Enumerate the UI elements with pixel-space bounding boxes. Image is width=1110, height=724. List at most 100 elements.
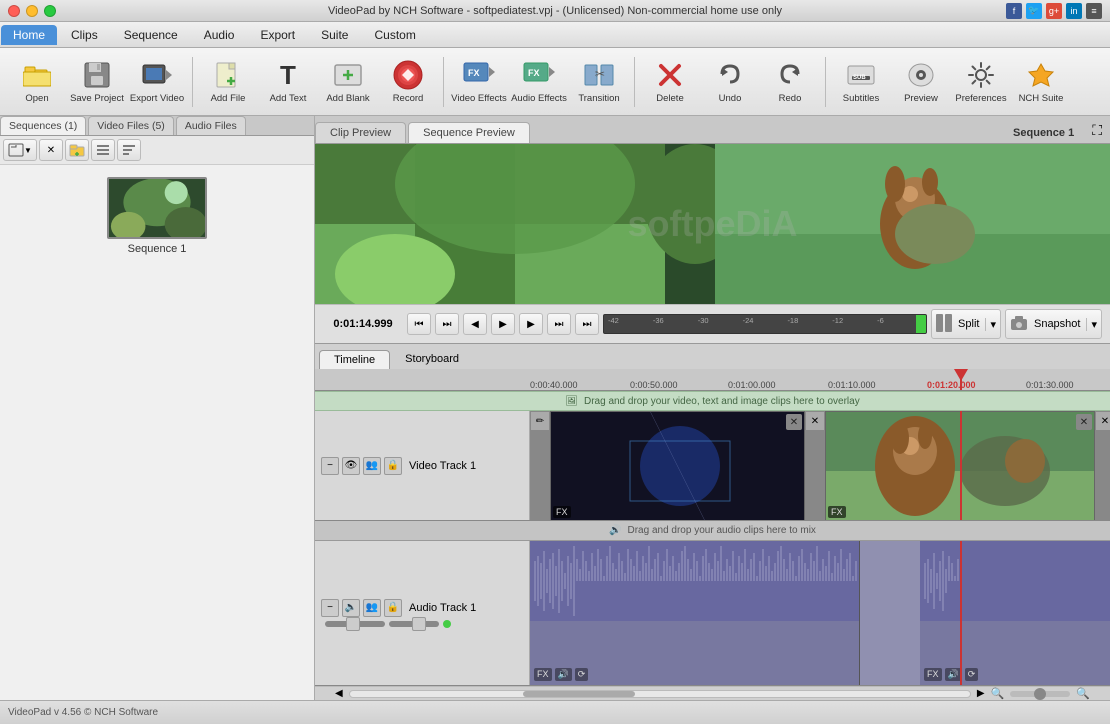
tab-timeline[interactable]: Timeline — [319, 350, 390, 369]
track-minus-btn[interactable]: − — [321, 457, 339, 475]
play-forward-button[interactable]: ▶ — [519, 313, 543, 335]
next-frame-button[interactable]: ⏭ — [547, 313, 571, 335]
delete-button[interactable]: Delete — [641, 53, 699, 111]
left-panel: Sequences (1) Video Files (5) Audio File… — [0, 116, 315, 700]
audio-clip-2[interactable]: FX 🔊 ⟳ — [920, 541, 1110, 685]
tab-sequence-preview[interactable]: Sequence Preview — [408, 122, 530, 143]
clip-2-x[interactable]: ✕ — [1076, 414, 1092, 430]
nch-suite-button[interactable]: NCH Suite — [1012, 53, 1070, 111]
maximize-button[interactable] — [44, 5, 56, 17]
transition-button[interactable]: ✂ Transition — [570, 53, 628, 111]
delete-sel-btn[interactable]: ✕ — [39, 139, 63, 161]
video-effects-button[interactable]: FX Video Effects — [450, 53, 508, 111]
svg-text:✂: ✂ — [595, 67, 605, 81]
sequence-item[interactable]: Sequence 1 — [4, 169, 310, 263]
open-button[interactable]: Open — [8, 53, 66, 111]
split-dropdown-icon[interactable]: ▾ — [985, 318, 1000, 331]
skip-start-button[interactable]: ⏮ — [407, 313, 431, 335]
preview-title-label: Sequence 1 — [1003, 123, 1084, 143]
scrollbar-track[interactable] — [349, 690, 971, 698]
minimize-button[interactable] — [26, 5, 38, 17]
audio-det-1[interactable]: ⟳ — [575, 668, 589, 681]
zoom-out-icon[interactable]: 🔍 — [991, 687, 1005, 700]
add-blank-button[interactable]: Add Blank — [319, 53, 377, 111]
audio-fx-2[interactable]: FX — [924, 668, 942, 681]
tab-video-files[interactable]: Video Files (5) — [88, 116, 174, 135]
clip-1-x[interactable]: ✕ — [786, 414, 802, 430]
video-preview: softpeDiA — [315, 144, 1110, 304]
h-scrollbar[interactable]: ◀ ▶ 🔍 🔍 — [315, 686, 1110, 700]
add-folder-btn[interactable] — [65, 139, 89, 161]
add-file-label: Add File — [211, 93, 246, 104]
li-icon: in — [1066, 3, 1082, 19]
undo-button[interactable]: Undo — [701, 53, 759, 111]
preview-icon — [905, 59, 937, 91]
fullscreen-button[interactable]: ⛶ — [1084, 118, 1110, 143]
audio-fx-1[interactable]: FX — [534, 668, 552, 681]
audio-lock-btn[interactable]: 🔒 — [384, 599, 402, 617]
zoom-slider[interactable] — [1010, 691, 1070, 697]
overlay-drag-hint: 🖼 Drag and drop your video, text and ima… — [315, 391, 1110, 411]
close-button[interactable] — [8, 5, 20, 17]
save-project-icon — [81, 59, 113, 91]
list-view-btn[interactable] — [91, 139, 115, 161]
audio-effects-icon: FX — [523, 59, 555, 91]
menu-item-export[interactable]: Export — [248, 25, 307, 45]
track-lock-btn[interactable]: 🔒 — [384, 457, 402, 475]
audio-clip-1-controls: FX 🔊 ⟳ — [534, 668, 588, 681]
add-text-button[interactable]: T Add Text — [259, 53, 317, 111]
title-bar: VideoPad by NCH Software - softpediatest… — [0, 0, 1110, 22]
prev-frame-button[interactable]: ⏭ — [435, 313, 459, 335]
play-back-button[interactable]: ◀ — [463, 313, 487, 335]
clip-1[interactable]: ✕ FX — [550, 411, 805, 520]
subtitles-button[interactable]: SUB Subtitles — [832, 53, 890, 111]
snapshot-button[interactable]: Snapshot ▾ — [1005, 309, 1102, 339]
split-button[interactable]: Split ▾ — [931, 309, 1001, 339]
skip-end-button[interactable]: ⏭ — [575, 313, 599, 335]
snapshot-dropdown-icon[interactable]: ▾ — [1086, 318, 1101, 331]
video-track-name: Video Track 1 — [409, 460, 476, 472]
scroll-right-btn[interactable]: ▶ — [977, 688, 985, 699]
status-bar: VideoPad v 4.56 © NCH Software — [0, 700, 1110, 724]
menu-item-suite[interactable]: Suite — [309, 25, 360, 45]
svg-text:FX: FX — [468, 68, 480, 78]
menu-item-home[interactable]: Home — [1, 25, 57, 45]
audio-group-btn[interactable]: 👥 — [363, 599, 381, 617]
audio-gap — [860, 541, 920, 685]
preview-label: Preview — [904, 93, 938, 104]
tab-clip-preview[interactable]: Clip Preview — [315, 122, 406, 143]
audio-minus-btn[interactable]: − — [321, 599, 339, 617]
preview-button[interactable]: Preview — [892, 53, 950, 111]
tab-sequences[interactable]: Sequences (1) — [0, 116, 86, 135]
audio-vol-1[interactable]: 🔊 — [555, 668, 572, 681]
audio-clip-1[interactable]: FX 🔊 ⟳ — [530, 541, 860, 685]
redo-button[interactable]: Redo — [761, 53, 819, 111]
audio-pan-slider[interactable] — [389, 621, 439, 627]
preferences-button[interactable]: Preferences — [952, 53, 1010, 111]
menu-item-audio[interactable]: Audio — [192, 25, 247, 45]
record-label: Record — [393, 93, 424, 104]
tab-storyboard[interactable]: Storyboard — [390, 349, 474, 369]
track-eye-btn[interactable]: 👁 — [342, 457, 360, 475]
audio-volume-slider[interactable] — [325, 621, 385, 627]
subtitles-label: Subtitles — [843, 93, 879, 104]
tab-audio-files[interactable]: Audio Files — [176, 116, 246, 135]
audio-mute-btn[interactable]: 🔈 — [342, 599, 360, 617]
track-group-btn[interactable]: 👥 — [363, 457, 381, 475]
menu-item-sequence[interactable]: Sequence — [112, 25, 190, 45]
play-button[interactable]: ▶ — [491, 313, 515, 335]
zoom-in-icon[interactable]: 🔍 — [1076, 687, 1090, 700]
sort-btn[interactable] — [117, 139, 141, 161]
menu-item-clips[interactable]: Clips — [59, 25, 110, 45]
save-project-button[interactable]: Save Project — [68, 53, 126, 111]
menu-item-custom[interactable]: Custom — [362, 25, 427, 45]
select-btn[interactable]: ▼ — [3, 139, 37, 161]
export-video-button[interactable]: Export Video — [128, 53, 186, 111]
audio-det-2[interactable]: ⟳ — [965, 668, 979, 681]
scrollbar-thumb[interactable] — [523, 691, 635, 697]
time-display: 0:01:14.999 — [323, 318, 403, 330]
audio-effects-button[interactable]: FX Audio Effects — [510, 53, 568, 111]
add-file-button[interactable]: Add File — [199, 53, 257, 111]
record-button[interactable]: Record — [379, 53, 437, 111]
scroll-left-btn[interactable]: ◀ — [335, 688, 343, 699]
